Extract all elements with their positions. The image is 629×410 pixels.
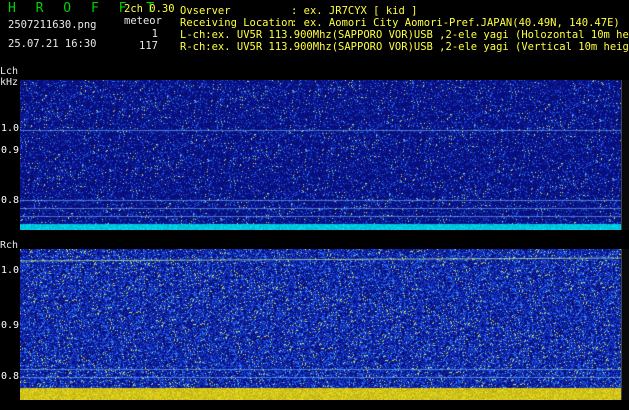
lch-scrollbar[interactable]	[621, 80, 629, 230]
lch-tick-0-9: 0.9	[1, 145, 20, 156]
meteor-rch-count: 117	[139, 40, 158, 52]
rch-info: R-ch:ex. UV5R 113.900Mhz(SAPPORO VOR)USB…	[180, 41, 629, 53]
location-value: : ex. Aomori City Aomori-Pref.JAPAN(40.4…	[291, 17, 620, 29]
lch-spectrogram	[20, 80, 621, 230]
location-label: Receiving Location	[180, 17, 294, 29]
rch-scrollbar[interactable]	[621, 249, 629, 400]
filename-label: 2507211630.png	[8, 19, 97, 31]
datetime-label: 25.07.21 16:30	[8, 38, 97, 50]
khz-unit-label: kHz	[0, 77, 19, 88]
lch-tick-0-8: 0.8	[1, 195, 20, 206]
rch-label: Rch	[0, 240, 19, 251]
observer-value: : ex. JR7CYX [ kid ]	[291, 5, 418, 17]
rch-spectrogram	[20, 249, 621, 400]
lch-info: L-ch:ex. UV5R 113.900Mhz(SAPPORO VOR)USB…	[180, 29, 629, 41]
rch-tick-0-8: 0.8	[1, 371, 20, 382]
meteor-lch-count: 1	[151, 28, 158, 40]
observer-label: Ovserver	[180, 5, 231, 17]
rch-tick-1-0: 1.0	[1, 265, 20, 276]
mode-label: 2ch 0.30	[124, 3, 175, 15]
rch-tick-0-9: 0.9	[1, 320, 20, 331]
lch-tick-1-0: 1.0	[1, 123, 20, 134]
meteor-label: meteor	[124, 15, 162, 27]
